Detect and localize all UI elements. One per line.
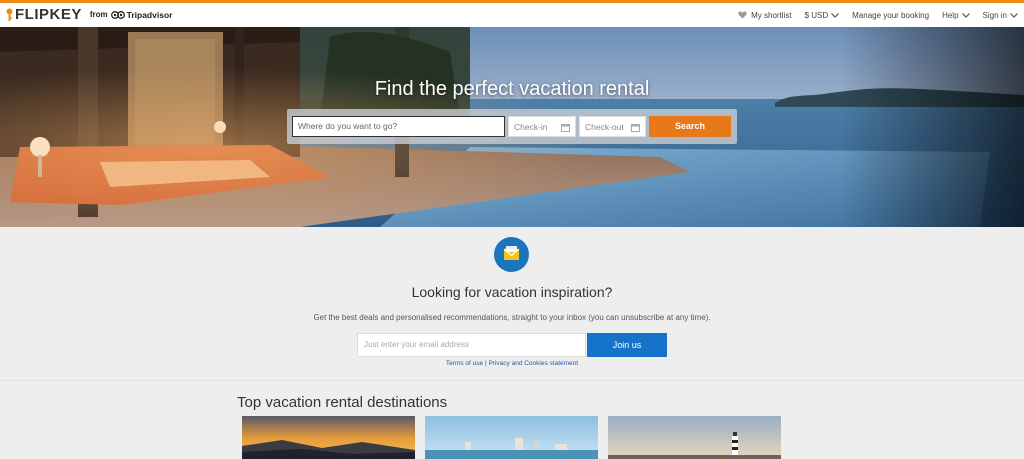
manage-booking-label: Manage your booking [852,10,930,20]
search-bar: Where do you want to go? Check-in Check-… [287,109,737,144]
help-menu[interactable]: Help [942,10,970,20]
signin-menu[interactable]: Sign in [983,11,1018,20]
lighthouse-image [608,416,781,459]
legal-links: Terms of use | Privacy and Cookies state… [0,360,1024,367]
tripadvisor-owl-icon [110,10,125,19]
newsletter-title: Looking for vacation inspiration? [411,284,613,300]
destination-input[interactable]: Where do you want to go? [292,116,505,137]
beach-city-image [425,416,598,459]
chevron-down-icon [1010,12,1018,18]
help-label: Help [942,10,959,20]
privacy-link[interactable]: Privacy and Cookies statement [488,360,578,367]
checkout-label: Check-out [585,122,624,132]
hero-title: Find the perfect vacation rental [374,78,650,100]
header-nav: My shortlist $ USD Manage your booking H… [738,3,1024,27]
join-button[interactable]: Join us [587,333,667,357]
terms-link[interactable]: Terms of use [446,360,483,367]
heart-icon [738,11,747,19]
from-label: from [89,10,108,19]
hero-banner: Find the perfect vacation rental Where d… [0,27,1024,227]
email-field[interactable]: Just enter your email address [357,333,586,357]
destination-card[interactable] [242,416,415,459]
manage-booking-link[interactable]: Manage your booking [852,11,929,20]
chevron-down-icon [961,12,970,18]
sunset-mountains-image [242,416,415,459]
flipkey-logo[interactable]: FLIPKEY from Tripadvisor [5,6,172,23]
partner-attribution: from Tripadvisor [90,10,173,20]
destination-card[interactable] [425,416,598,459]
newsletter-subtitle: Get the best deals and personalised reco… [313,313,711,322]
envelope-graphic [503,246,520,260]
brand-wordmark: FLIPKEY [15,6,82,23]
shortlist-label: My shortlist [751,10,792,20]
link-separator: | [484,360,487,367]
chevron-down-icon [831,12,840,18]
site-header: FLIPKEY from Tripadvisor My shortlist $ … [0,3,1024,28]
currency-label: $ USD [804,10,829,20]
envelope-icon [494,237,529,272]
signin-label: Sign in [982,10,1007,20]
calendar-icon [631,124,640,132]
key-pin-icon [6,8,13,21]
partner-name: Tripadvisor [126,9,173,20]
checkin-label: Check-in [514,122,548,132]
checkin-input[interactable]: Check-in [508,116,576,137]
calendar-icon [561,124,570,132]
shortlist-link[interactable]: My shortlist [738,10,792,20]
section-divider [0,380,1024,381]
destination-card[interactable] [608,416,781,459]
currency-selector[interactable]: $ USD [805,11,840,20]
checkout-input[interactable]: Check-out [579,116,646,137]
search-button[interactable]: Search [649,116,731,137]
destinations-title: Top vacation rental destinations [237,394,448,411]
